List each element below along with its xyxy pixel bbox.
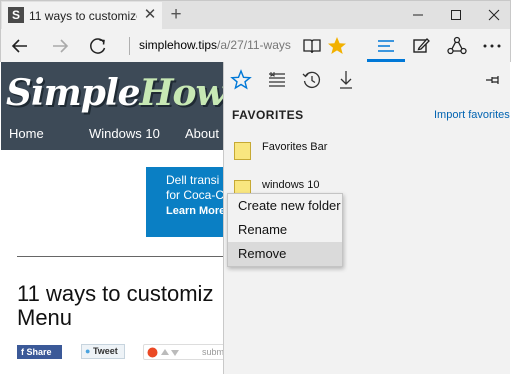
article-title: 11 ways to customiz Menu (17, 282, 223, 330)
facebook-share-button[interactable]: f Share (17, 345, 62, 359)
add-favorite-button[interactable] (324, 33, 350, 59)
tab-reading-list[interactable] (264, 68, 290, 92)
article-title-line2: Menu (17, 305, 73, 330)
tab-downloads[interactable] (333, 68, 359, 92)
menu-item-create-new-folder[interactable]: Create new folder (228, 194, 342, 218)
maximize-button[interactable] (439, 1, 473, 29)
close-window-icon (488, 9, 500, 21)
minimize-icon (413, 14, 423, 16)
more-icon (483, 44, 501, 48)
address-divider (129, 37, 130, 55)
maximize-icon (451, 10, 461, 20)
logo-text-how: How (139, 72, 223, 114)
stumbleupon-widget[interactable]: submi (143, 344, 223, 360)
site-favicon: S (8, 7, 24, 23)
web-note-icon (413, 38, 430, 53)
favorite-label: Favorites Bar (262, 141, 328, 153)
nav-link-home[interactable]: Home (9, 126, 44, 141)
minimize-button[interactable] (401, 1, 435, 29)
favorite-label: windows 10 (262, 179, 320, 191)
address-host: simplehow.tips (139, 38, 218, 52)
favorite-folder-favorites-bar[interactable]: Favorites Bar (224, 134, 511, 164)
hub-tabs (224, 62, 511, 98)
submit-label: submi (202, 347, 223, 357)
ad-banner[interactable]: Dell transi for Coca-C Learn More (146, 167, 223, 237)
title-bar: S 11 ways to customize the ✕ + (0, 0, 511, 30)
tab-history[interactable] (299, 68, 325, 92)
site-header: SimpleHow Home Windows 10 About (1, 62, 223, 150)
content-divider (17, 256, 223, 257)
new-tab-button[interactable]: + (166, 4, 186, 26)
downloads-icon (340, 71, 352, 89)
hub-icon (378, 40, 394, 52)
share-button-toolbar[interactable] (444, 33, 470, 59)
address-path: /a/27/11-ways-to (217, 38, 291, 52)
import-favorites-link[interactable]: Import favorites (434, 109, 510, 121)
address-bar[interactable]: simplehow.tips/a/27/11-ways-to (139, 38, 291, 52)
context-menu: Create new folder Rename Remove (227, 193, 343, 267)
plus-icon: + (170, 4, 182, 25)
refresh-icon (90, 38, 106, 54)
stumble-badge-icon (147, 347, 179, 358)
refresh-button[interactable] (85, 33, 111, 59)
favorites-star-icon (230, 69, 252, 90)
share-icon (447, 36, 467, 55)
forward-icon (53, 39, 69, 53)
close-tab-button[interactable]: ✕ (142, 6, 158, 24)
navigation-toolbar: simplehow.tips/a/27/11-ways-to (0, 29, 511, 62)
menu-item-remove[interactable]: Remove (228, 242, 342, 266)
ad-headline-line2: for Coca-C (166, 188, 223, 202)
tweet-button[interactable]: ● Tweet (81, 344, 125, 359)
site-logo[interactable]: SimpleHow (6, 72, 223, 114)
tab-favorites[interactable] (228, 68, 254, 92)
back-icon (11, 39, 27, 53)
back-button[interactable] (7, 33, 33, 59)
tweet-label: Tweet (92, 346, 118, 356)
forward-button[interactable] (47, 33, 73, 59)
twitter-bird-icon: ● (85, 346, 91, 356)
tab-title: 11 ways to customize the (29, 9, 137, 23)
web-note-button[interactable] (408, 33, 434, 59)
ad-headline-line1: Dell transi (166, 173, 220, 187)
pin-pane-button[interactable] (482, 70, 504, 90)
pin-icon (486, 76, 499, 84)
browser-tab[interactable]: S 11 ways to customize the ✕ (2, 2, 162, 30)
menu-item-rename[interactable]: Rename (228, 218, 342, 242)
close-icon: ✕ (143, 6, 157, 23)
facebook-icon: f (21, 347, 24, 357)
web-page-content: SimpleHow Home Windows 10 About Dell tra… (1, 62, 223, 374)
ad-learn-more[interactable]: Learn More (166, 205, 223, 217)
more-button[interactable] (479, 33, 505, 59)
reading-view-icon (303, 39, 321, 54)
logo-text-simple: Simple (6, 72, 141, 114)
history-icon (302, 71, 321, 89)
favorite-star-icon (328, 37, 346, 54)
reading-view-button[interactable] (299, 33, 325, 59)
close-window-button[interactable] (477, 1, 511, 29)
nav-link-windows-10[interactable]: Windows 10 (89, 126, 160, 141)
hub-button[interactable] (373, 33, 399, 59)
favorites-heading: FAVORITES (232, 108, 304, 122)
reading-list-icon (269, 72, 285, 87)
article-title-line1: 11 ways to customiz (17, 281, 214, 306)
folder-icon (234, 142, 251, 160)
share-label: Share (26, 347, 52, 357)
nav-link-about[interactable]: About (185, 126, 219, 141)
